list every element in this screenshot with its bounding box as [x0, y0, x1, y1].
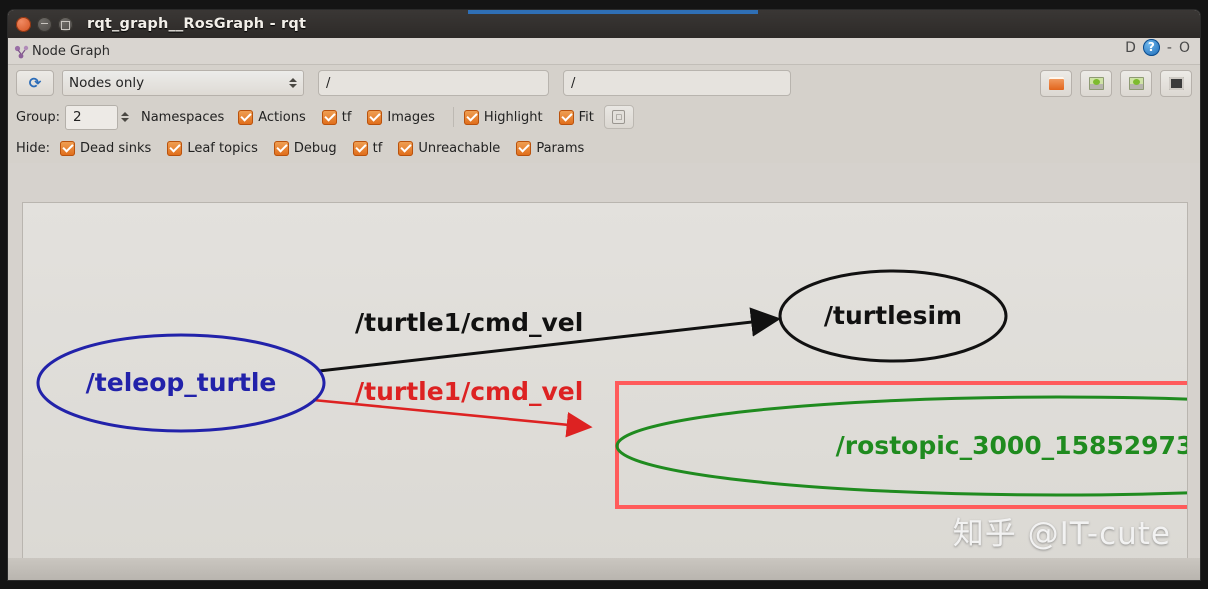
refresh-button[interactable]: ⟳ [16, 70, 54, 96]
title-accent-stripe [468, 10, 758, 14]
group-spinner-icon[interactable] [120, 112, 129, 122]
checkbox-actions[interactable]: Actions [238, 109, 306, 125]
checkbox-icon [352, 140, 368, 156]
checkbox-unreachable[interactable]: Unreachable [398, 140, 501, 156]
screen-icon [1168, 76, 1184, 90]
toolbar-row-group: Group: 2 Namespaces Actions tf Images Hi… [8, 101, 1200, 133]
toolbar-divider [452, 107, 454, 127]
topic-filter-value: / [571, 75, 576, 91]
help-icon[interactable]: ? [1142, 39, 1160, 56]
title-bar: rqt_graph__RosGraph - rqt [8, 10, 1200, 38]
topic-filter-input[interactable]: / [563, 70, 791, 96]
checkbox-icon [558, 109, 574, 125]
dock-close-icon[interactable]: O [1179, 40, 1190, 56]
toolbar-row-main: ⟳ Nodes only / / [8, 65, 1200, 101]
save-as-dot-button[interactable] [1040, 69, 1072, 97]
checkbox-params-label: Params [536, 140, 585, 156]
checkbox-tf[interactable]: tf [321, 109, 352, 125]
checkbox-icon [167, 140, 183, 156]
checkbox-icon [273, 140, 289, 156]
namespace-filter-value: / [326, 75, 331, 91]
checkbox-leaf-topics[interactable]: Leaf topics [167, 140, 258, 156]
save-icon [1048, 76, 1064, 90]
checkbox-icon [463, 109, 479, 125]
hide-label: Hide: [16, 140, 51, 156]
window-footer [8, 558, 1200, 580]
checkbox-debug-label: Debug [293, 140, 337, 156]
checkbox-images-label: Images [387, 109, 435, 125]
minimize-icon[interactable] [37, 16, 52, 32]
checkbox-icon [238, 109, 254, 125]
group-value: 2 [72, 109, 82, 125]
graph-mode-select[interactable]: Nodes only [62, 70, 304, 96]
dock-widget-title: Node Graph [32, 43, 110, 59]
window-controls [16, 16, 73, 32]
fit-in-view-button[interactable] [1160, 69, 1192, 97]
dock-widget-header: Node Graph D ? - O [8, 38, 1200, 65]
checkbox-tf-label: tf [341, 109, 352, 125]
checkbox-icon [367, 109, 383, 125]
node-graph-icon [14, 44, 30, 59]
checkbox-hide-tf[interactable]: tf [352, 140, 383, 156]
save-as-image-button[interactable] [1080, 69, 1112, 97]
image-load-icon [1128, 76, 1144, 90]
toolbar-row-hide: Hide: Dead sinks Leaf topics Debug tf Un… [8, 133, 1200, 163]
graph-mode-value: Nodes only [69, 75, 145, 91]
chevron-updown-icon [289, 78, 297, 88]
checkbox-unreachable-label: Unreachable [418, 140, 501, 156]
fit-zoom-button[interactable]: □ [603, 105, 634, 129]
square-icon: □ [612, 110, 626, 124]
group-spinbox[interactable]: 2 [64, 104, 118, 130]
checkbox-dead-sinks[interactable]: Dead sinks [60, 140, 152, 156]
load-image-button[interactable] [1120, 69, 1152, 97]
checkbox-hide-tf-label: tf [372, 140, 383, 156]
checkbox-icon [321, 109, 337, 125]
checkbox-highlight-label: Highlight [483, 109, 543, 125]
checkbox-highlight[interactable]: Highlight [463, 109, 543, 125]
checkbox-debug[interactable]: Debug [273, 140, 337, 156]
checkbox-actions-label: Actions [258, 109, 306, 125]
checkbox-icon [398, 140, 414, 156]
checkbox-fit-label: Fit [578, 109, 594, 125]
graph-canvas[interactable]: /teleop_turtle /turtlesim /rostopic_3000… [22, 202, 1188, 562]
edge-label-cmd-vel-black: /turtle1/cmd_vel [355, 308, 583, 337]
window-title: rqt_graph__RosGraph - rqt [87, 16, 307, 32]
image-save-icon [1088, 76, 1104, 90]
node-teleop-turtle-label: /teleop_turtle [86, 368, 277, 397]
node-turtlesim-label: /turtlesim [824, 301, 962, 330]
toolbar-right-buttons [1040, 69, 1192, 97]
checkbox-fit[interactable]: Fit [558, 109, 594, 125]
node-rostopic-label: /rostopic_3000_1585297342031 [836, 431, 1187, 460]
checkbox-icon [516, 140, 532, 156]
dock-widget-controls: D ? - O [1125, 39, 1190, 56]
checkbox-dead-sinks-label: Dead sinks [80, 140, 152, 156]
refresh-icon: ⟳ [28, 73, 42, 92]
maximize-icon[interactable] [58, 16, 73, 32]
close-icon[interactable] [16, 16, 31, 32]
checkbox-params[interactable]: Params [516, 140, 585, 156]
checkbox-icon [60, 140, 76, 156]
dock-d-label: D [1125, 39, 1136, 56]
group-label: Group: [16, 109, 60, 125]
namespaces-label: Namespaces [140, 109, 225, 125]
application-window: rqt_graph__RosGraph - rqt Node Graph D ?… [8, 10, 1200, 580]
checkbox-leaf-topics-label: Leaf topics [187, 140, 258, 156]
edge-label-cmd-vel-red: /turtle1/cmd_vel [355, 377, 583, 406]
watermark: 知乎 @IT-cute [952, 516, 1171, 552]
namespace-filter-input[interactable]: / [318, 70, 549, 96]
checkbox-images[interactable]: Images [367, 109, 435, 125]
screen: rqt_graph__RosGraph - rqt Node Graph D ?… [0, 0, 1208, 589]
dock-minimize-icon[interactable]: - [1167, 40, 1172, 56]
